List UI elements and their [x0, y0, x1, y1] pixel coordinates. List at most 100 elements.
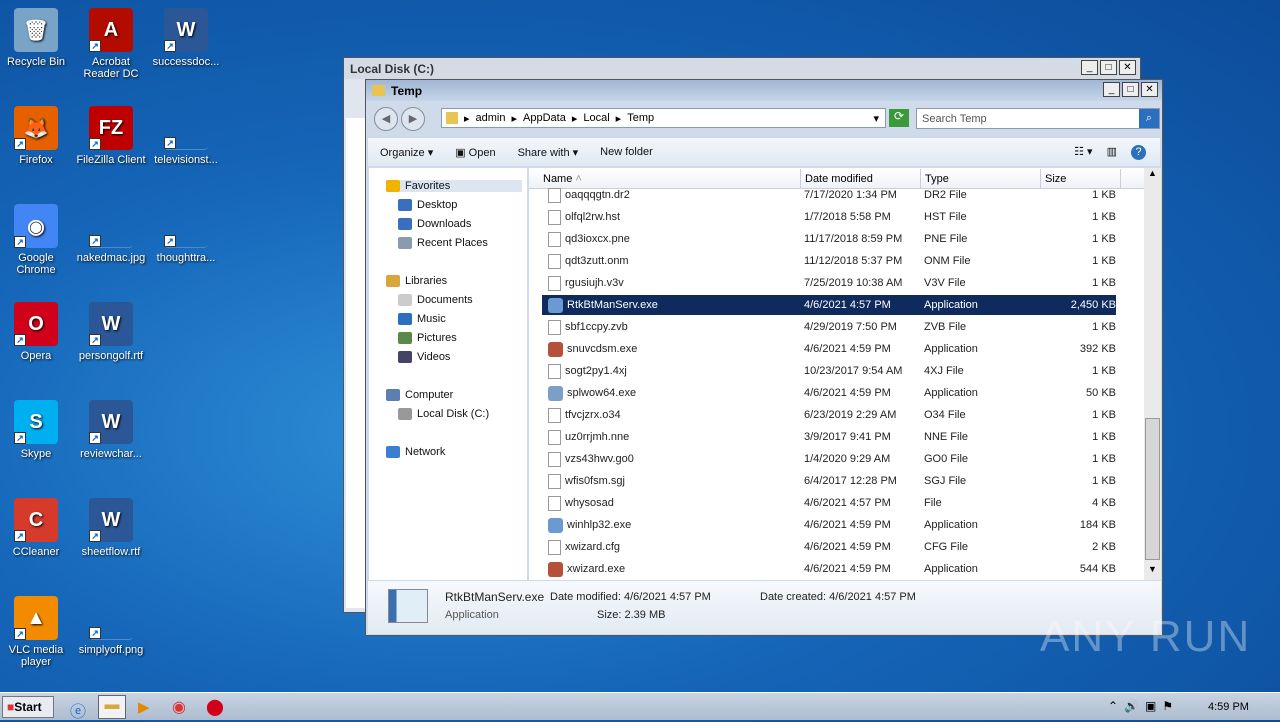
desktop-icon-label: Acrobat Reader DC: [83, 56, 139, 80]
file-type: O34 File: [924, 409, 966, 421]
file-date: 3/9/2017 9:41 PM: [804, 431, 891, 443]
view-options-icon[interactable]: ☷ ▾: [1074, 145, 1092, 160]
nav-item-desktop[interactable]: Desktop: [398, 199, 457, 211]
address-bar[interactable]: ▸ admin ▸ AppData ▸ Local ▸ Temp ▾: [441, 108, 886, 128]
desktop-icon[interactable]: A ↗ Acrobat Reader DC: [74, 8, 148, 80]
nav-item-local-disk[interactable]: Local Disk (C:): [398, 408, 489, 420]
file-row[interactable]: sbf1ccpy.zvb 4/29/2019 7:50 PM ZVB File 1 K…: [542, 317, 1116, 337]
close-button[interactable]: ✕: [1119, 60, 1136, 75]
tray-icons[interactable]: ⌃🔊▣⚑: [1108, 699, 1179, 713]
app-icon: 🗑: [14, 8, 58, 52]
minimize-button[interactable]: _: [1103, 82, 1120, 97]
app-icon: ↗: [164, 106, 208, 150]
vertical-scrollbar[interactable]: ▲ ▼: [1144, 168, 1161, 580]
file-type: V3V File: [924, 277, 966, 289]
nav-item-favorites[interactable]: Favorites: [386, 180, 522, 192]
organize-button[interactable]: Organize ▾: [380, 146, 433, 159]
desktop-icon-label: Recycle Bin: [6, 56, 66, 68]
desktop-icon[interactable]: ↗ nakedmac.jpg: [74, 204, 148, 264]
search-input[interactable]: Search Temp ⌕: [916, 108, 1160, 129]
preview-pane-icon[interactable]: ▥: [1107, 145, 1117, 160]
nav-item-music[interactable]: Music: [398, 313, 446, 325]
start-button[interactable]: ■Start: [2, 696, 54, 718]
desktop-icon[interactable]: ▲ ↗ VLC media player: [0, 596, 73, 668]
file-name: snuvcdsm.exe: [567, 343, 638, 355]
desktop-icon[interactable]: W ↗ successdoc...: [149, 8, 223, 68]
file-date: 6/4/2017 12:28 PM: [804, 475, 897, 487]
file-row[interactable]: olfql2rw.hst 1/7/2018 5:58 PM HST File 1 KB: [542, 207, 1116, 227]
desktop-icon[interactable]: O ↗ Opera: [0, 302, 73, 362]
file-row[interactable]: sogt2py1.4xj 10/23/2017 9:54 AM 4XJ File 1 …: [542, 361, 1116, 381]
file-row[interactable]: tfvcjzrx.o34 6/23/2019 2:29 AM O34 File 1 K…: [542, 405, 1116, 425]
share-with-button[interactable]: Share with ▾: [518, 146, 579, 159]
scrollbar-thumb[interactable]: [1145, 418, 1160, 560]
file-row[interactable]: oaqqqgtn.dr2 7/17/2020 1:34 PM DR2 File 1 K…: [542, 185, 1116, 205]
explorer-taskbar-button[interactable]: ▬: [98, 695, 126, 719]
file-row[interactable]: vzs43hwv.go0 1/4/2020 9:29 AM GO0 File 1 KB: [542, 449, 1116, 469]
desktop-icon[interactable]: FZ ↗ FileZilla Client: [74, 106, 148, 166]
desktop-icon[interactable]: C ↗ CCleaner: [0, 498, 73, 558]
chrome-icon[interactable]: ◉: [172, 697, 186, 717]
desktop-icon[interactable]: W ↗ reviewchar...: [74, 400, 148, 460]
address-dropdown-icon[interactable]: ▾: [873, 112, 879, 125]
forward-button[interactable]: ▶: [401, 107, 425, 131]
file-row[interactable]: whysosad 4/6/2021 4:57 PM File 4 KB: [542, 493, 1116, 513]
file-size: 1 KB: [1092, 409, 1116, 421]
search-icon[interactable]: ⌕: [1139, 109, 1159, 128]
desktop-icon[interactable]: W ↗ persongolf.rtf: [74, 302, 148, 362]
close-button[interactable]: ✕: [1141, 82, 1158, 97]
nav-item-computer[interactable]: Computer: [386, 389, 453, 401]
file-row[interactable]: wfis0fsm.sgj 6/4/2017 12:28 PM SGJ File 1 K…: [542, 471, 1116, 491]
refresh-button[interactable]: ⟳: [889, 109, 909, 127]
file-icon: [548, 473, 561, 489]
file-row[interactable]: uz0rrjmh.nne 3/9/2017 9:41 PM NNE File 1 KB: [542, 427, 1116, 447]
open-button[interactable]: ▣ Open: [455, 146, 495, 159]
back-button[interactable]: ◀: [374, 107, 398, 131]
maximize-button[interactable]: □: [1100, 60, 1117, 75]
new-folder-button[interactable]: New folder: [600, 146, 653, 158]
file-row[interactable]: rgusiujh.v3v 7/25/2019 10:38 AM V3V File 1 …: [542, 273, 1116, 293]
desktop-icon[interactable]: W ↗ sheetflow.rtf: [74, 498, 148, 558]
minimize-button[interactable]: _: [1081, 60, 1098, 75]
nav-item-pictures[interactable]: Pictures: [398, 332, 457, 344]
desktop-icon[interactable]: S ↗ Skype: [0, 400, 73, 460]
desktop-icon[interactable]: 🗑 Recycle Bin: [0, 8, 73, 68]
breadcrumb-item[interactable]: AppData: [523, 112, 566, 124]
desktop-icon[interactable]: ↗ thoughttra...: [149, 204, 223, 264]
desktop-icon[interactable]: 🦊 ↗ Firefox: [0, 106, 73, 166]
file-date: 4/29/2019 7:50 PM: [804, 321, 897, 333]
shortcut-arrow-icon: ↗: [89, 432, 101, 444]
file-date: 7/17/2020 1:34 PM: [804, 189, 897, 201]
file-row[interactable]: snuvcdsm.exe 4/6/2021 4:59 PM Application 3…: [542, 339, 1116, 359]
breadcrumb-item[interactable]: admin: [476, 112, 506, 124]
window-title: Local Disk (C:): [350, 61, 435, 76]
file-row[interactable]: xwizard.exe 4/6/2021 4:59 PM Application 54…: [542, 559, 1116, 579]
file-row[interactable]: winhlp32.exe 4/6/2021 4:59 PM Application 1…: [542, 515, 1116, 535]
desktop-icon-label: Google Chrome: [16, 252, 56, 276]
desktop-icon[interactable]: ↗ televisionst...: [149, 106, 223, 166]
breadcrumb-item[interactable]: Temp: [627, 112, 654, 124]
file-row[interactable]: splwow64.exe 4/6/2021 4:59 PM Application 5…: [542, 383, 1116, 403]
maximize-button[interactable]: □: [1122, 82, 1139, 97]
opera-icon[interactable]: ⬤: [206, 697, 224, 717]
breadcrumb-item[interactable]: Local: [583, 112, 609, 124]
clock[interactable]: 4:59 PM: [1208, 701, 1249, 713]
nav-item-recent[interactable]: Recent Places: [398, 237, 488, 249]
nav-item-videos[interactable]: Videos: [398, 351, 450, 363]
ie-icon[interactable]: ⓔ: [70, 698, 86, 722]
desktop-icon[interactable]: ↗ simplyoff.png: [74, 596, 148, 656]
nav-item-downloads[interactable]: Downloads: [398, 218, 471, 230]
file-name: qdt3zutt.onm: [565, 255, 629, 267]
file-type: NNE File: [924, 431, 969, 443]
help-icon[interactable]: ?: [1131, 144, 1146, 160]
file-row[interactable]: qdt3zutt.onm 11/12/2018 5:37 PM ONM File 1 …: [542, 251, 1116, 271]
file-icon: [548, 451, 561, 467]
nav-item-network[interactable]: Network: [386, 446, 445, 458]
nav-item-documents[interactable]: Documents: [398, 294, 473, 306]
file-row[interactable]: qd3ioxcx.pne 11/17/2018 8:59 PM PNE File 1 …: [542, 229, 1116, 249]
file-row[interactable]: xwizard.cfg 4/6/2021 4:59 PM CFG File 2 KB: [542, 537, 1116, 557]
desktop-icon[interactable]: ◉ ↗ Google Chrome: [0, 204, 73, 276]
media-player-icon[interactable]: ▶: [138, 698, 150, 716]
file-row[interactable]: RtkBtManServ.exe 4/6/2021 4:57 PM Applicat…: [542, 295, 1116, 315]
nav-item-libraries[interactable]: Libraries: [386, 275, 447, 287]
